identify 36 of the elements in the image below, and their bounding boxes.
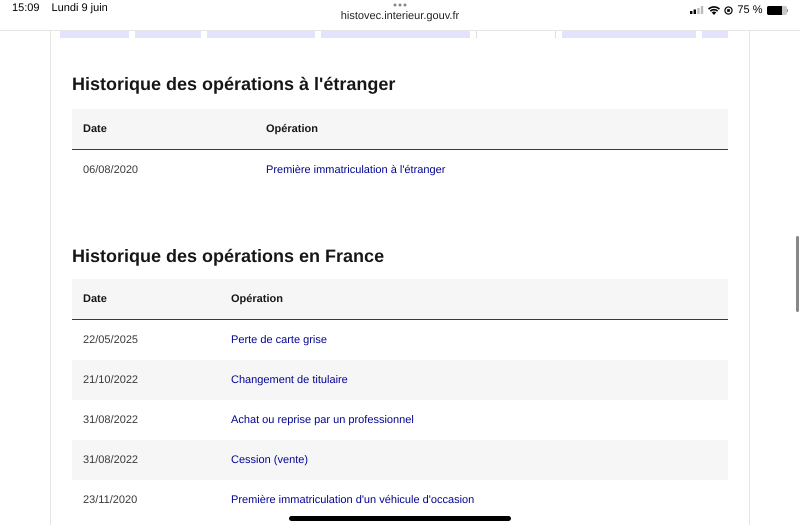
date-cell-text: 23/11/2020 — [82, 494, 138, 506]
battery-icon — [766, 6, 788, 14]
home-indicator[interactable] — [289, 516, 511, 521]
date-cell-text: 06/08/2020 — [82, 164, 140, 176]
tab[interactable] — [134, 31, 202, 38]
tab[interactable] — [476, 31, 556, 38]
operation-link[interactable]: Perte de carte grise — [220, 334, 327, 346]
date-cell-text: 22/05/2025 — [82, 334, 140, 346]
column-header: Date — [82, 293, 108, 305]
url-text[interactable]: histovec.interieur.gouv.fr — [340, 10, 460, 22]
tab[interactable] — [562, 31, 696, 38]
scrollbar[interactable] — [796, 236, 799, 312]
battery-percent: 75 % — [737, 4, 762, 16]
date-cell-text: 31/08/2022 — [82, 454, 140, 466]
signal-icon — [690, 6, 704, 14]
operation-link[interactable]: Première immatriculation d'un véhicule d'occasion — [220, 494, 474, 506]
column-header: Opération — [265, 123, 318, 135]
more-icon[interactable] — [393, 3, 407, 7]
tab[interactable] — [702, 31, 728, 38]
wifi-icon — [708, 6, 720, 14]
operation-link[interactable]: Changement de titulaire — [220, 374, 348, 386]
section-title: Historique des opérations à l'étranger — [72, 74, 396, 95]
operation-link[interactable]: Achat ou reprise par un professionnel — [220, 414, 414, 426]
tab[interactable] — [207, 31, 316, 38]
status-date: Lundi 9 juin — [52, 2, 108, 14]
date-cell-text: 31/08/2022 — [82, 414, 140, 426]
column-header: Opération — [230, 293, 283, 305]
operation-link[interactable]: Première immatriculation à l'étranger — [255, 164, 446, 176]
column-header: Date — [82, 123, 108, 135]
rotation-lock-icon — [724, 6, 734, 14]
status-time: 15:09 — [12, 2, 40, 14]
tab[interactable] — [321, 31, 470, 38]
section-title: Historique des opérations en France — [72, 246, 386, 267]
tab[interactable] — [60, 31, 129, 38]
operation-link[interactable]: Cession (vente) — [220, 454, 308, 466]
date-cell-text: 21/10/2022 — [82, 374, 140, 386]
